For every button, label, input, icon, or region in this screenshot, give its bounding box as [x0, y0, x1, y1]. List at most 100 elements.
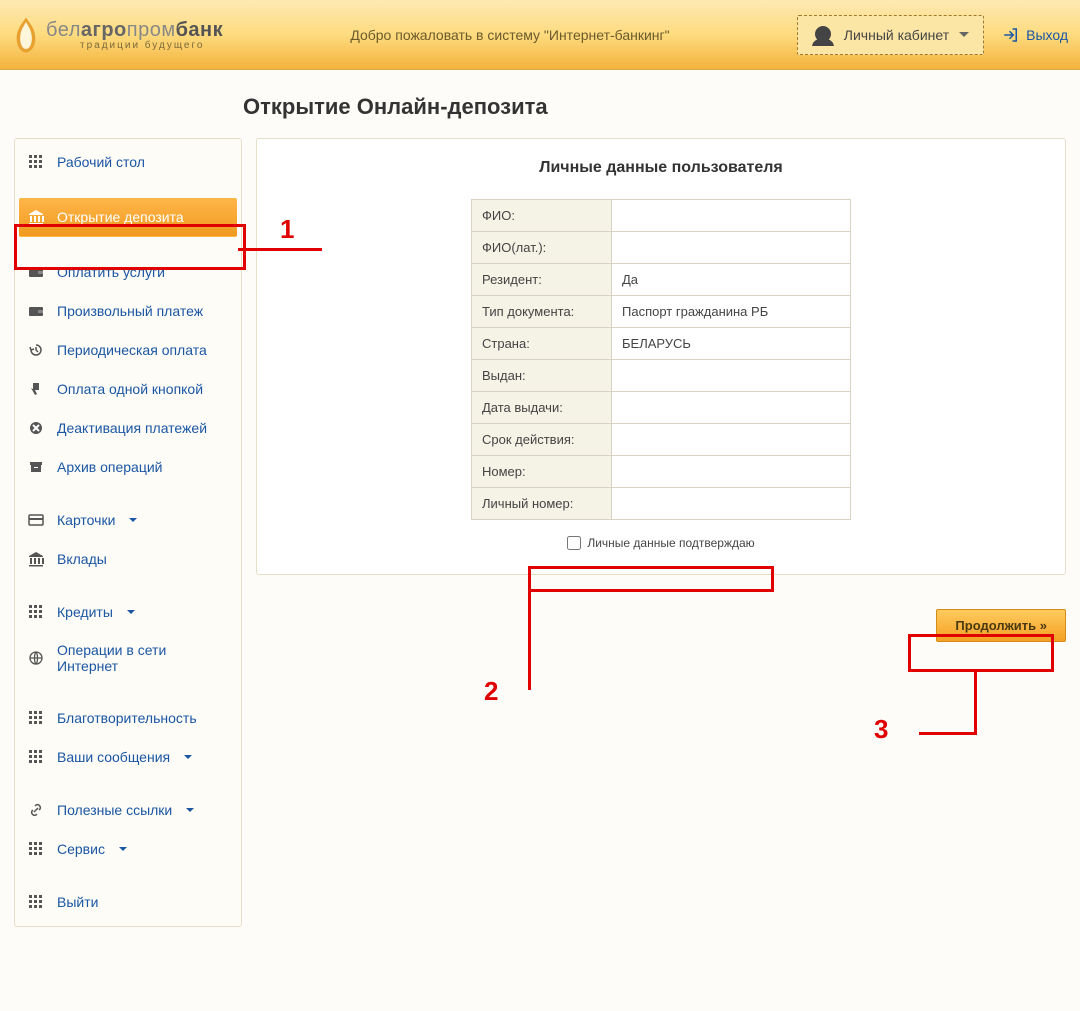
sidebar-item-label: Выйти: [57, 894, 98, 910]
sidebar-item-8[interactable]: Карточки: [15, 501, 241, 540]
logo-icon: [12, 17, 40, 53]
sidebar-separator: [15, 239, 241, 253]
sidebar-item-12[interactable]: Благотворительность: [15, 699, 241, 738]
field-label: Страна:: [472, 328, 612, 360]
table-row: Резидент:Да: [472, 264, 851, 296]
field-value: [612, 360, 851, 392]
annotation-line-3: [974, 672, 977, 734]
bank-icon: [27, 550, 45, 568]
button-icon: [27, 380, 45, 398]
confirm-checkbox[interactable]: [567, 536, 581, 550]
table-row: Личный номер:: [472, 488, 851, 520]
wallet-icon: [27, 263, 45, 281]
sidebar-item-9[interactable]: Вклады: [15, 540, 241, 579]
sidebar-item-15[interactable]: Сервис: [15, 830, 241, 869]
sidebar-separator: [15, 777, 241, 791]
sidebar-item-3[interactable]: Произвольный платеж: [15, 292, 241, 331]
sidebar-item-5[interactable]: Оплата одной кнопкой: [15, 370, 241, 409]
sidebar-item-4[interactable]: Периодическая оплата: [15, 331, 241, 370]
sidebar-item-label: Открытие депозита: [57, 209, 184, 225]
card-icon: [27, 511, 45, 529]
sidebar-item-label: Благотворительность: [57, 710, 197, 726]
sidebar-item-label: Карточки: [57, 512, 115, 528]
sidebar-item-11[interactable]: Операции в сети Интернет: [15, 632, 241, 685]
sidebar-item-2[interactable]: Оплатить услуги: [15, 253, 241, 292]
grid-icon: [27, 603, 45, 621]
sidebar-item-label: Оплата одной кнопкой: [57, 381, 203, 397]
sidebar-item-10[interactable]: Кредиты: [15, 593, 241, 632]
sidebar-item-13[interactable]: Ваши сообщения: [15, 738, 241, 777]
confirm-label: Личные данные подтверждаю: [587, 536, 754, 550]
logout-button[interactable]: Выход: [1002, 26, 1068, 44]
table-row: Дата выдачи:: [472, 392, 851, 424]
archive-icon: [27, 458, 45, 476]
logout-label: Выход: [1026, 27, 1068, 43]
grid-icon: [27, 840, 45, 858]
table-row: Тип документа:Паспорт гражданина РБ: [472, 296, 851, 328]
chevron-down-icon: [129, 518, 137, 522]
field-value: [612, 488, 851, 520]
history-icon: [27, 341, 45, 359]
user-data-table: ФИО:ФИО(лат.):Резидент:ДаТип документа:П…: [471, 199, 851, 520]
sidebar-separator: [15, 579, 241, 593]
sidebar-item-label: Вклады: [57, 551, 107, 567]
sidebar-item-7[interactable]: Архив операций: [15, 448, 241, 487]
sidebar-item-label: Деактивация платежей: [57, 420, 207, 436]
panel-title: Личные данные пользователя: [277, 159, 1045, 177]
field-value: [612, 424, 851, 456]
sidebar-item-16[interactable]: Выйти: [15, 883, 241, 922]
logo-text: белагропромбанк: [46, 19, 223, 42]
sidebar-item-label: Периодическая оплата: [57, 342, 207, 358]
sidebar-item-label: Полезные ссылки: [57, 802, 172, 818]
grid-icon: [27, 748, 45, 766]
confirm-checkbox-row[interactable]: Личные данные подтверждаю: [541, 536, 781, 550]
sidebar-separator: [15, 182, 241, 196]
globe-icon: [27, 649, 45, 667]
chevron-down-icon: [119, 847, 127, 851]
sidebar-item-label: Кредиты: [57, 604, 113, 620]
sidebar-item-1[interactable]: Открытие депозита: [19, 198, 237, 237]
field-value: [612, 232, 851, 264]
sidebar-item-label: Сервис: [57, 841, 105, 857]
avatar-icon: [815, 26, 831, 42]
logout-icon: [1002, 26, 1020, 44]
sidebar-item-label: Оплатить услуги: [57, 264, 165, 280]
sidebar-item-label: Архив операций: [57, 459, 163, 475]
field-value: Да: [612, 264, 851, 296]
annotation-line-2: [528, 590, 531, 690]
field-label: Номер:: [472, 456, 612, 488]
sidebar-item-0[interactable]: Рабочий стол: [15, 143, 241, 182]
sidebar-item-label: Рабочий стол: [57, 154, 145, 170]
sidebar: Рабочий стол Открытие депозита Оплатить ус…: [14, 138, 242, 927]
link-icon: [27, 801, 45, 819]
chevron-down-icon: [184, 755, 192, 759]
welcome-text: Добро пожаловать в систему "Интернет-бан…: [223, 27, 797, 43]
sidebar-item-6[interactable]: Деактивация платежей: [15, 409, 241, 448]
app-header: белагропромбанк традиции будущего Добро …: [0, 0, 1080, 70]
field-value: БЕЛАРУСЬ: [612, 328, 851, 360]
field-label: Срок действия:: [472, 424, 612, 456]
field-label: ФИО:: [472, 200, 612, 232]
annotation-number-3: 3: [874, 714, 888, 745]
sidebar-item-label: Ваши сообщения: [57, 749, 170, 765]
user-data-panel: Личные данные пользователя ФИО:ФИО(лат.)…: [256, 138, 1066, 575]
logo-block: белагропромбанк традиции будущего: [12, 17, 223, 53]
field-label: ФИО(лат.):: [472, 232, 612, 264]
field-label: Личный номер:: [472, 488, 612, 520]
continue-button[interactable]: Продолжить »: [936, 609, 1066, 642]
table-row: Номер:: [472, 456, 851, 488]
sidebar-separator: [15, 869, 241, 883]
sidebar-item-label: Операции в сети Интернет: [57, 642, 229, 674]
cancel-icon: [27, 419, 45, 437]
sidebar-item-14[interactable]: Полезные ссылки: [15, 791, 241, 830]
annotation-number-2: 2: [484, 676, 498, 707]
main-area: Личные данные пользователя ФИО:ФИО(лат.)…: [256, 138, 1066, 927]
table-row: ФИО(лат.):: [472, 232, 851, 264]
grid-icon: [27, 153, 45, 171]
bank-icon: [27, 208, 45, 226]
cabinet-dropdown[interactable]: Личный кабинет: [797, 15, 984, 55]
field-value: Паспорт гражданина РБ: [612, 296, 851, 328]
sidebar-separator: [15, 685, 241, 699]
chevron-down-icon: [127, 610, 135, 614]
field-value: [612, 200, 851, 232]
